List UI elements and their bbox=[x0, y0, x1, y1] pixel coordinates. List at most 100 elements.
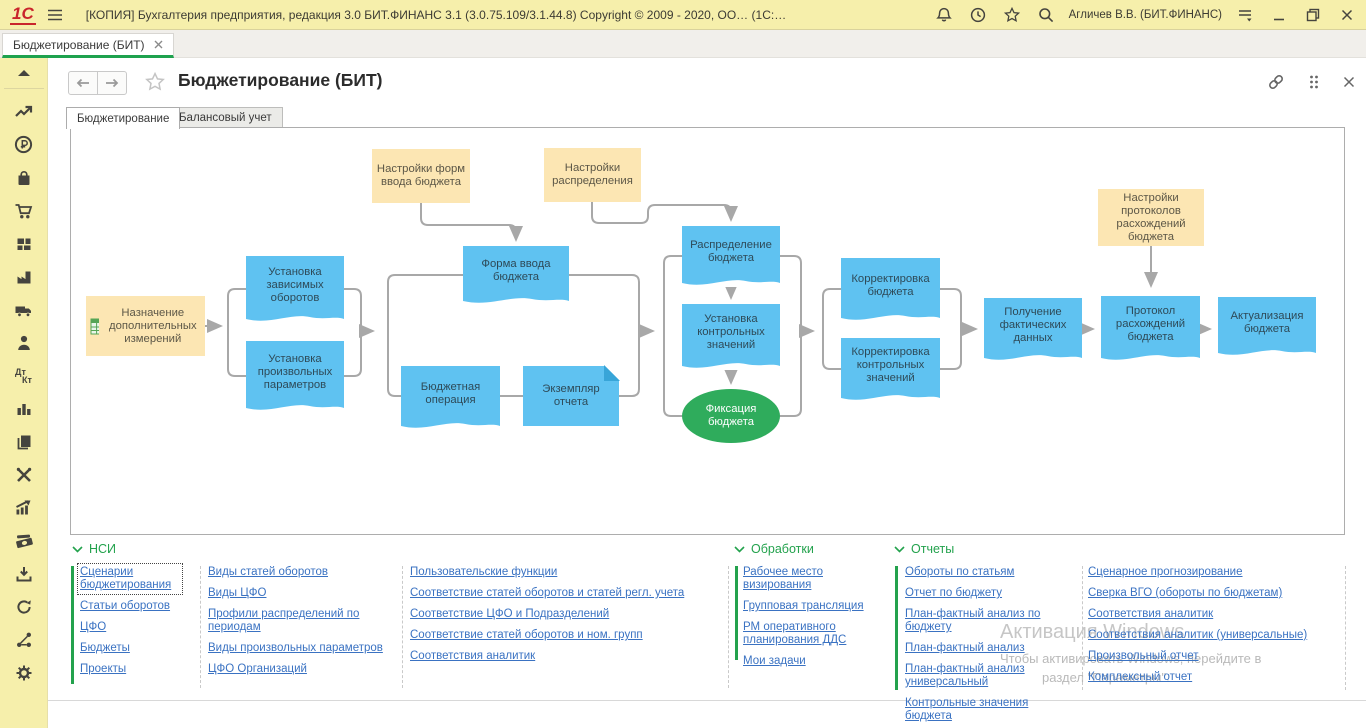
close-page-button[interactable] bbox=[1342, 75, 1356, 94]
flowchart-node[interactable]: Установка зависимых оборотов bbox=[246, 256, 344, 322]
column-separator bbox=[402, 566, 403, 688]
sidebar-item-reports[interactable] bbox=[6, 392, 42, 425]
link-plan-fact-by-budget[interactable]: План-фактный анализ по бюджету bbox=[905, 608, 1075, 634]
link-turnover-vs-nom-groups[interactable]: Соответствие статей оборотов и ном. груп… bbox=[410, 629, 643, 642]
close-window-button[interactable] bbox=[1336, 4, 1358, 26]
chart-growth-icon bbox=[14, 499, 33, 517]
link-vgo-check[interactable]: Сверка ВГО (обороты по бюджетам) bbox=[1088, 587, 1282, 600]
flowchart-node[interactable]: Установка произвольных параметров bbox=[246, 341, 344, 411]
link-analytics-matches-universal[interactable]: Соответствия аналитик (универсальные) bbox=[1088, 629, 1307, 642]
link-plan-fact[interactable]: План-фактный анализ bbox=[905, 642, 1025, 655]
sidebar-item-settings[interactable] bbox=[6, 656, 42, 689]
notifications-button[interactable] bbox=[933, 4, 955, 26]
sidebar-item-directories[interactable] bbox=[6, 425, 42, 458]
search-button[interactable] bbox=[1035, 4, 1057, 26]
link-plan-fact-universal[interactable]: План-фактный анализ универсальный bbox=[905, 663, 1075, 689]
sidebar-item-administration[interactable] bbox=[6, 458, 42, 491]
sidebar-item-treasury[interactable] bbox=[6, 524, 42, 557]
flowchart-node[interactable]: Настройки распределения bbox=[544, 148, 641, 202]
link-rm-dds-planning[interactable]: РМ оперативного планирования ДДС bbox=[743, 621, 893, 647]
link-complex-report[interactable]: Комплексный отчет bbox=[1088, 671, 1192, 684]
flowchart-node[interactable]: Настройки протоколов расхождений бюджета bbox=[1098, 189, 1204, 246]
section-header-nsi[interactable]: НСИ bbox=[72, 542, 116, 556]
flowchart-node[interactable]: Экземпляр отчета bbox=[523, 366, 619, 426]
minimize-button[interactable] bbox=[1268, 4, 1290, 26]
link-my-tasks[interactable]: Мои задачи bbox=[743, 655, 806, 668]
link-cfo-kinds[interactable]: Виды ЦФО bbox=[208, 587, 266, 600]
history-button[interactable] bbox=[967, 4, 989, 26]
service-menu-button[interactable] bbox=[1234, 4, 1256, 26]
sidebar-item-operations[interactable]: ДтКт bbox=[6, 359, 42, 392]
link-projects[interactable]: Проекты bbox=[80, 663, 126, 676]
sidebar-item-purchases[interactable] bbox=[6, 194, 42, 227]
flowchart-node[interactable]: Форма ввода бюджета bbox=[463, 246, 569, 304]
main-menu-button[interactable] bbox=[44, 4, 66, 26]
link-cfo-organizations[interactable]: ЦФО Организаций bbox=[208, 663, 307, 676]
reports-column-2: Сценарное прогнозирование Сверка ВГО (об… bbox=[1088, 566, 1346, 684]
link-analytics-matches[interactable]: Соответствия аналитик bbox=[1088, 608, 1213, 621]
link-group-translation[interactable]: Групповая трансляция bbox=[743, 600, 864, 613]
favorites-button[interactable] bbox=[1001, 4, 1023, 26]
link-cfo-vs-departments[interactable]: Соответствие ЦФО и Подразделений bbox=[410, 608, 609, 621]
flowchart-node[interactable]: Протокол расхождений бюджета bbox=[1101, 296, 1200, 361]
nav-forward-button[interactable] bbox=[97, 71, 127, 95]
wave-edge bbox=[246, 402, 344, 412]
sidebar-item-warehouse[interactable] bbox=[6, 227, 42, 260]
flowchart-node[interactable]: Фиксация бюджета bbox=[682, 389, 780, 443]
sidebar-item-sales[interactable] bbox=[6, 161, 42, 194]
mdi-tab-budgeting[interactable]: Бюджетирование (БИТ) bbox=[2, 33, 174, 58]
section-sidebar: ДтКт bbox=[0, 58, 48, 728]
tab-balance-accounting[interactable]: Балансовый учет bbox=[168, 107, 283, 128]
link-cfo[interactable]: ЦФО bbox=[80, 621, 106, 634]
flowchart-node[interactable]: Распределение бюджета bbox=[682, 226, 780, 286]
sidebar-item-scheduled[interactable] bbox=[6, 590, 42, 623]
get-link-button[interactable] bbox=[1266, 73, 1286, 96]
link-visa-workplace[interactable]: Рабочее место визирования bbox=[743, 566, 893, 592]
current-user[interactable]: Агличев В.В. (БИТ.ФИНАНС) bbox=[1069, 9, 1222, 21]
sidebar-item-bank[interactable] bbox=[6, 128, 42, 161]
link-user-functions[interactable]: Пользовательские функции bbox=[410, 566, 557, 579]
blocks-icon bbox=[15, 235, 33, 253]
flowchart-node[interactable]: Корректировка контрольных значений bbox=[841, 338, 940, 401]
flowchart-node[interactable]: Актуализация бюджета bbox=[1218, 297, 1316, 356]
flowchart-node[interactable]: Бюджетная операция bbox=[401, 366, 500, 429]
restore-button[interactable] bbox=[1302, 4, 1324, 26]
tab-budgeting[interactable]: Бюджетирование bbox=[66, 107, 180, 129]
sidebar-item-production[interactable] bbox=[6, 260, 42, 293]
sidebar-item-consolidation[interactable] bbox=[6, 623, 42, 656]
link-turnovers-by-items[interactable]: Обороты по статьям bbox=[905, 566, 1014, 579]
link-analytics-correspondences[interactable]: Соответствия аналитик bbox=[410, 650, 535, 663]
link-arbitrary-parameter-kinds[interactable]: Виды произвольных параметров bbox=[208, 642, 383, 655]
search-icon bbox=[1037, 6, 1055, 24]
flowchart-node[interactable]: Установка контрольных значений bbox=[682, 304, 780, 369]
close-icon bbox=[1342, 75, 1356, 89]
sidebar-item-assets[interactable] bbox=[6, 293, 42, 326]
chevron-down-icon bbox=[72, 546, 83, 553]
section-header-reports[interactable]: Отчеты bbox=[894, 542, 954, 556]
link-custom-report[interactable]: Произвольный отчет bbox=[1088, 650, 1199, 663]
sidebar-item-trend[interactable] bbox=[6, 95, 42, 128]
link-budget-control-values[interactable]: Контрольные значения бюджета bbox=[905, 697, 1075, 723]
link-period-distribution-profiles[interactable]: Профили распределений по периодам bbox=[208, 608, 394, 634]
link-budget-report[interactable]: Отчет по бюджету bbox=[905, 587, 1002, 600]
flowchart-node[interactable]: Корректировка бюджета bbox=[841, 258, 940, 321]
section-header-processing[interactable]: Обработки bbox=[734, 542, 814, 556]
more-menu-button[interactable] bbox=[1308, 74, 1320, 95]
sidebar-collapse-button[interactable] bbox=[0, 58, 47, 88]
link-scenarios[interactable]: Сценарии бюджетирования bbox=[80, 566, 180, 592]
link-turnover-vs-regl-articles[interactable]: Соответствие статей оборотов и статей ре… bbox=[410, 587, 684, 600]
sidebar-item-staff[interactable] bbox=[6, 326, 42, 359]
sidebar-item-import[interactable] bbox=[6, 557, 42, 590]
link-scenario-forecasting[interactable]: Сценарное прогнозирование bbox=[1088, 566, 1243, 579]
link-turnover-items[interactable]: Статьи оборотов bbox=[80, 600, 170, 613]
page-favorite-button[interactable] bbox=[144, 71, 166, 98]
link-budgets[interactable]: Бюджеты bbox=[80, 642, 130, 655]
flowchart-node[interactable]: Настройки форм ввода бюджета bbox=[372, 149, 470, 203]
flowchart-node[interactable]: Получение фактических данных bbox=[984, 298, 1082, 361]
flowchart-node[interactable]: Назначение дополнительных измерений bbox=[86, 296, 205, 356]
nav-back-button[interactable] bbox=[68, 71, 98, 95]
link-turnover-item-kinds[interactable]: Виды статей оборотов bbox=[208, 566, 328, 579]
tab-close-icon[interactable] bbox=[154, 40, 163, 49]
section-title: НСИ bbox=[89, 542, 116, 556]
sidebar-item-budgeting[interactable] bbox=[6, 491, 42, 524]
